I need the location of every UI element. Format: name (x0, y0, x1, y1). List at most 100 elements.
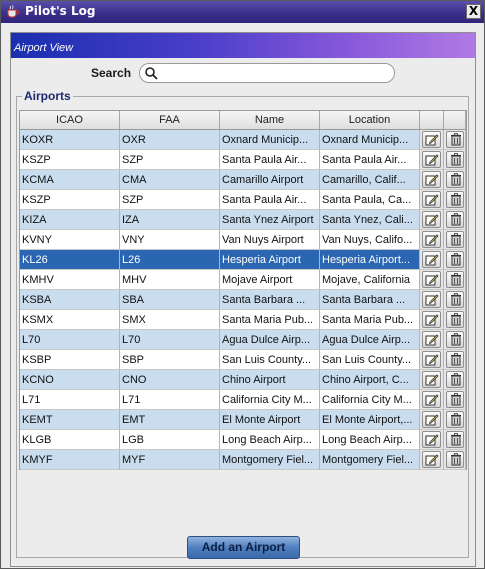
delete-button[interactable] (446, 131, 464, 148)
cell-faa[interactable]: L70 (120, 330, 220, 350)
table-row[interactable]: L70 L70 Agua Dulce Airp... Agua Dulce Airp.… (20, 330, 466, 350)
cell-faa[interactable]: IZA (120, 210, 220, 230)
delete-button[interactable] (446, 451, 464, 468)
delete-button[interactable] (446, 191, 464, 208)
cell-location[interactable]: Santa Ynez, Cali... (320, 210, 420, 230)
table-row[interactable]: KVNY VNY Van Nuys Airport Van Nuys, Califo.… (20, 230, 466, 250)
cell-location[interactable]: Agua Dulce Airp... (320, 330, 420, 350)
table-row[interactable]: KCNO CNO Chino Airport Chino Airport, C... (20, 370, 466, 390)
cell-faa[interactable]: CNO (120, 370, 220, 390)
cell-name[interactable]: California City M... (220, 390, 320, 410)
delete-button[interactable] (446, 271, 464, 288)
edit-button[interactable] (422, 291, 441, 308)
cell-icao[interactable]: KSZP (20, 150, 120, 170)
edit-button[interactable] (422, 191, 441, 208)
edit-button[interactable] (422, 171, 441, 188)
cell-name[interactable]: Long Beach Airp... (220, 430, 320, 450)
table-row[interactable]: KLGB LGB Long Beach Airp... Long Beach Airp… (20, 430, 466, 450)
cell-faa[interactable]: VNY (120, 230, 220, 250)
delete-button[interactable] (446, 391, 464, 408)
cell-faa[interactable]: SZP (120, 150, 220, 170)
cell-location[interactable]: Hesperia Airport... (320, 250, 420, 270)
cell-faa[interactable]: SBA (120, 290, 220, 310)
delete-button[interactable] (446, 231, 464, 248)
cell-name[interactable]: San Luis County... (220, 350, 320, 370)
column-header-faa[interactable]: FAA (120, 111, 220, 129)
edit-button[interactable] (422, 151, 441, 168)
cell-location[interactable]: California City M... (320, 390, 420, 410)
add-airport-button[interactable]: Add an Airport (187, 536, 300, 559)
table-row[interactable]: KOXR OXR Oxnard Municip... Oxnard Municip..… (20, 130, 466, 150)
cell-icao[interactable]: KSZP (20, 190, 120, 210)
cell-location[interactable]: Long Beach Airp... (320, 430, 420, 450)
table-row[interactable]: KCMA CMA Camarillo Airport Camarillo, Calif… (20, 170, 466, 190)
cell-location[interactable]: Santa Paula, Ca... (320, 190, 420, 210)
cell-name[interactable]: Camarillo Airport (220, 170, 320, 190)
delete-button[interactable] (446, 171, 464, 188)
cell-faa[interactable]: LGB (120, 430, 220, 450)
cell-icao[interactable]: KSMX (20, 310, 120, 330)
edit-button[interactable] (422, 391, 441, 408)
table-row[interactable]: L71 L71 California City M... California Cit… (20, 390, 466, 410)
cell-faa[interactable]: SBP (120, 350, 220, 370)
cell-location[interactable]: Santa Maria Pub... (320, 310, 420, 330)
edit-button[interactable] (422, 431, 441, 448)
cell-icao[interactable]: KCMA (20, 170, 120, 190)
cell-name[interactable]: Chino Airport (220, 370, 320, 390)
cell-faa[interactable]: CMA (120, 170, 220, 190)
cell-faa[interactable]: L71 (120, 390, 220, 410)
cell-icao[interactable]: KL26 (20, 250, 120, 270)
table-row[interactable]: KSZP SZP Santa Paula Air... Santa Paula Air… (20, 150, 466, 170)
close-button[interactable]: X (466, 4, 481, 19)
cell-name[interactable]: Mojave Airport (220, 270, 320, 290)
cell-icao[interactable]: KOXR (20, 130, 120, 150)
cell-name[interactable]: Santa Barbara ... (220, 290, 320, 310)
edit-button[interactable] (422, 351, 441, 368)
cell-name[interactable]: Santa Paula Air... (220, 190, 320, 210)
cell-name[interactable]: Oxnard Municip... (220, 130, 320, 150)
table-row[interactable]: KSBA SBA Santa Barbara ... Santa Barbara ..… (20, 290, 466, 310)
cell-location[interactable]: Mojave, California (320, 270, 420, 290)
cell-icao[interactable]: KIZA (20, 210, 120, 230)
cell-icao[interactable]: KVNY (20, 230, 120, 250)
edit-button[interactable] (422, 211, 441, 228)
cell-location[interactable]: Van Nuys, Califo... (320, 230, 420, 250)
cell-icao[interactable]: KMYF (20, 450, 120, 470)
edit-button[interactable] (422, 411, 441, 428)
delete-button[interactable] (446, 351, 464, 368)
edit-button[interactable] (422, 271, 441, 288)
table-row[interactable]: KMHV MHV Mojave Airport Mojave, California (20, 270, 466, 290)
table-row[interactable]: KMYF MYF Montgomery Fiel... Montgomery Fiel… (20, 450, 466, 470)
cell-faa[interactable]: OXR (120, 130, 220, 150)
cell-icao[interactable]: KMHV (20, 270, 120, 290)
cell-location[interactable]: Santa Paula Air... (320, 150, 420, 170)
delete-button[interactable] (446, 411, 464, 428)
table-row[interactable]: KSBP SBP San Luis County... San Luis County… (20, 350, 466, 370)
cell-icao[interactable]: KCNO (20, 370, 120, 390)
cell-faa[interactable]: MHV (120, 270, 220, 290)
cell-location[interactable]: Montgomery Fiel... (320, 450, 420, 470)
table-row[interactable]: KIZA IZA Santa Ynez Airport Santa Ynez, Cal… (20, 210, 466, 230)
edit-button[interactable] (422, 131, 441, 148)
cell-name[interactable]: Van Nuys Airport (220, 230, 320, 250)
delete-button[interactable] (446, 211, 464, 228)
table-row[interactable]: KEMT EMT El Monte Airport El Monte Airport,… (20, 410, 466, 430)
edit-button[interactable] (422, 331, 441, 348)
table-row[interactable]: KSZP SZP Santa Paula Air... Santa Paula, Ca… (20, 190, 466, 210)
cell-location[interactable]: Oxnard Municip... (320, 130, 420, 150)
cell-icao[interactable]: KSBA (20, 290, 120, 310)
cell-name[interactable]: Agua Dulce Airp... (220, 330, 320, 350)
title-bar[interactable]: Pilot's Log X (1, 1, 484, 23)
column-header-icao[interactable]: ICAO (20, 111, 120, 129)
edit-button[interactable] (422, 451, 441, 468)
cell-icao[interactable]: KLGB (20, 430, 120, 450)
delete-button[interactable] (446, 251, 464, 268)
cell-location[interactable]: San Luis County... (320, 350, 420, 370)
cell-name[interactable]: El Monte Airport (220, 410, 320, 430)
cell-name[interactable]: Santa Maria Pub... (220, 310, 320, 330)
delete-button[interactable] (446, 291, 464, 308)
cell-name[interactable]: Montgomery Fiel... (220, 450, 320, 470)
delete-button[interactable] (446, 151, 464, 168)
cell-name[interactable]: Santa Paula Air... (220, 150, 320, 170)
cell-location[interactable]: El Monte Airport,... (320, 410, 420, 430)
